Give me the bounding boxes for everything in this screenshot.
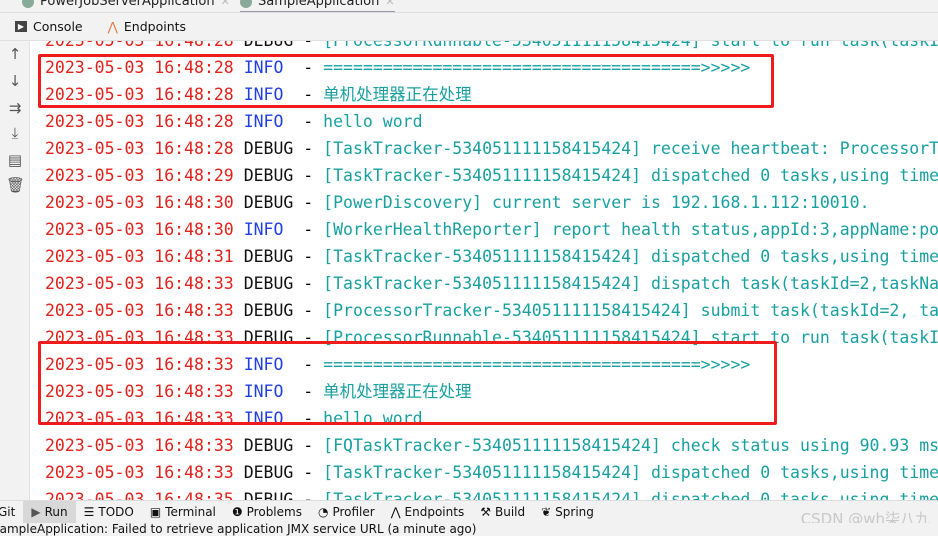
log-message: [TaskTracker-534051111158415424] dispatc…	[323, 463, 938, 482]
build-tab[interactable]: ⚒ Build	[472, 501, 533, 523]
log-message: [PowerDiscovery] current server is 192.1…	[323, 193, 870, 212]
log-line: 2023-05-03 16:48:31 DEBUG - [TaskTracker…	[45, 247, 938, 266]
log-timestamp: 2023-05-03 16:48:33	[45, 301, 234, 320]
log-level: DEBUG	[243, 166, 294, 185]
log-line: 2023-05-03 16:48:29 DEBUG - [TaskTracker…	[45, 166, 938, 185]
log-level: DEBUG	[243, 301, 294, 320]
log-line: 2023-05-03 16:48:28 DEBUG - [ProcessorRu…	[45, 41, 938, 54]
endpoints-tab[interactable]: ⋀ Endpoints	[108, 19, 186, 34]
log-level: DEBUG	[243, 247, 294, 266]
log-timestamp: 2023-05-03 16:48:30	[45, 193, 234, 212]
log-level: DEBUG	[243, 274, 294, 293]
trash-icon[interactable]: 🗑	[6, 176, 25, 194]
profiler-icon: ◔	[317, 505, 329, 519]
todo-tab[interactable]: ☰ TODO	[76, 501, 142, 523]
spring-leaf-icon: ❦	[541, 505, 552, 519]
log-message: [TaskTracker-534051111158415424] dispatc…	[323, 490, 938, 500]
log-message: [FQTaskTracker-534051111158415424] check…	[323, 436, 938, 455]
log-timestamp: 2023-05-03 16:48:28	[45, 41, 234, 50]
log-timestamp: 2023-05-03 16:48:33	[45, 274, 234, 293]
tab-sample-application[interactable]: SampleApplication ✕	[240, 0, 395, 12]
log-timestamp: 2023-05-03 16:48:28	[45, 139, 234, 158]
log-message: [ProcessorRunnable-534051111158415424] s…	[323, 41, 938, 50]
terminal-icon: ▣	[149, 505, 162, 519]
arrow-down-icon[interactable]: ↓	[6, 72, 24, 90]
problems-icon: ❶	[231, 505, 243, 519]
log-message: [TaskTracker-534051111158415424] dispatc…	[323, 166, 938, 185]
close-icon[interactable]: ✕	[385, 0, 394, 8]
highlight-box	[38, 54, 774, 108]
status-bar: SampleApplication: Failed to retrieve ap…	[0, 523, 938, 536]
spring-app-icon	[240, 0, 252, 8]
close-icon[interactable]: ✕	[221, 0, 230, 8]
print-icon[interactable]: ▤	[6, 151, 24, 169]
run-icon: ▶	[31, 505, 41, 519]
log-timestamp: 2023-05-03 16:48:30	[45, 220, 234, 239]
log-message: [TaskTracker-534051111158415424] dispatc…	[323, 247, 938, 266]
tool-window-bar: Git ▶ Run ☰ TODO ▣ Terminal ❶ Problems ◔ Prof…	[0, 500, 938, 523]
highlight-box	[38, 341, 777, 425]
log-line: 2023-05-03 16:48:35 DEBUG - [TaskTracker…	[45, 486, 938, 500]
endpoints-bottom-tab[interactable]: ⋀ Endpoints	[383, 501, 473, 523]
soft-wrap-icon[interactable]: ⇉	[6, 99, 24, 117]
log-level: DEBUG	[243, 436, 294, 455]
log-level: DEBUG	[243, 193, 294, 212]
log-timestamp: 2023-05-03 16:48:31	[45, 247, 234, 266]
log-line: 2023-05-03 16:48:30 INFO - [WorkerHealth…	[45, 220, 938, 239]
spring-app-icon	[22, 0, 34, 8]
log-level: DEBUG	[243, 490, 294, 500]
log-timestamp: 2023-05-03 16:48:35	[45, 490, 234, 500]
log-line: 2023-05-03 16:48:33 DEBUG - [TaskTracker…	[45, 463, 938, 482]
log-timestamp: 2023-05-03 16:48:33	[45, 436, 234, 455]
run-tab[interactable]: ▶ Run	[23, 501, 76, 523]
log-level: INFO	[243, 220, 294, 239]
log-timestamp: 2023-05-03 16:48:28	[45, 112, 234, 131]
tab-powerjob-server[interactable]: PowerJobServerApplication ✕	[22, 0, 230, 9]
arrow-up-icon[interactable]: ↑	[6, 45, 24, 63]
console-toolbar: ▶ Console ⋀ Endpoints	[0, 13, 938, 41]
git-tab[interactable]: Git	[0, 501, 23, 523]
log-line: 2023-05-03 16:48:33 DEBUG - [ProcessorTr…	[45, 301, 938, 320]
list-icon: ☰	[83, 505, 95, 519]
run-tabs: PowerJobServerApplication ✕ SampleApplica…	[0, 0, 938, 13]
console-gutter: ↑ ↓ ⇉ ⤓ ▤ 🗑	[0, 41, 30, 500]
problems-tab[interactable]: ❶ Problems	[224, 501, 310, 523]
log-message: [ProcessorTracker-534051111158415424] su…	[323, 301, 938, 320]
endpoints-icon: ⋀	[390, 505, 401, 519]
log-line: 2023-05-03 16:48:33 DEBUG - [FQTaskTrack…	[45, 436, 938, 455]
endpoints-icon: ⋀	[107, 19, 118, 34]
log-message: hello word	[323, 112, 423, 131]
spring-tab[interactable]: ❦ Spring	[533, 501, 602, 523]
scroll-to-end-icon[interactable]: ⤓	[6, 124, 24, 142]
log-level: DEBUG	[244, 41, 294, 50]
log-line: 2023-05-03 16:48:33 DEBUG - [TaskTracker…	[45, 274, 938, 293]
hammer-icon: ⚒	[480, 505, 491, 519]
profiler-tab[interactable]: ◔ Profiler	[310, 501, 383, 523]
log-message: [TaskTracker-534051111158415424] dispatc…	[323, 274, 938, 293]
terminal-tab[interactable]: ▣ Terminal	[142, 501, 224, 523]
log-timestamp: 2023-05-03 16:48:33	[45, 463, 234, 482]
log-message: [WorkerHealthReporter] report health sta…	[323, 220, 938, 239]
log-message: [TaskTracker-534051111158415424] receive…	[323, 139, 938, 158]
console-output[interactable]: 2023-05-03 16:48:28 DEBUG - [ProcessorRu…	[31, 41, 938, 500]
log-line: 2023-05-03 16:48:28 DEBUG - [TaskTracker…	[45, 139, 938, 158]
log-timestamp: 2023-05-03 16:48:29	[45, 166, 234, 185]
console-tab[interactable]: ▶ Console	[15, 19, 83, 34]
log-line: 2023-05-03 16:48:30 DEBUG - [PowerDiscov…	[45, 193, 870, 212]
console-icon: ▶	[15, 21, 27, 32]
log-level: DEBUG	[243, 139, 294, 158]
log-level: DEBUG	[243, 463, 294, 482]
log-level: INFO	[243, 112, 294, 131]
log-line: 2023-05-03 16:48:28 INFO - hello word	[45, 112, 423, 131]
